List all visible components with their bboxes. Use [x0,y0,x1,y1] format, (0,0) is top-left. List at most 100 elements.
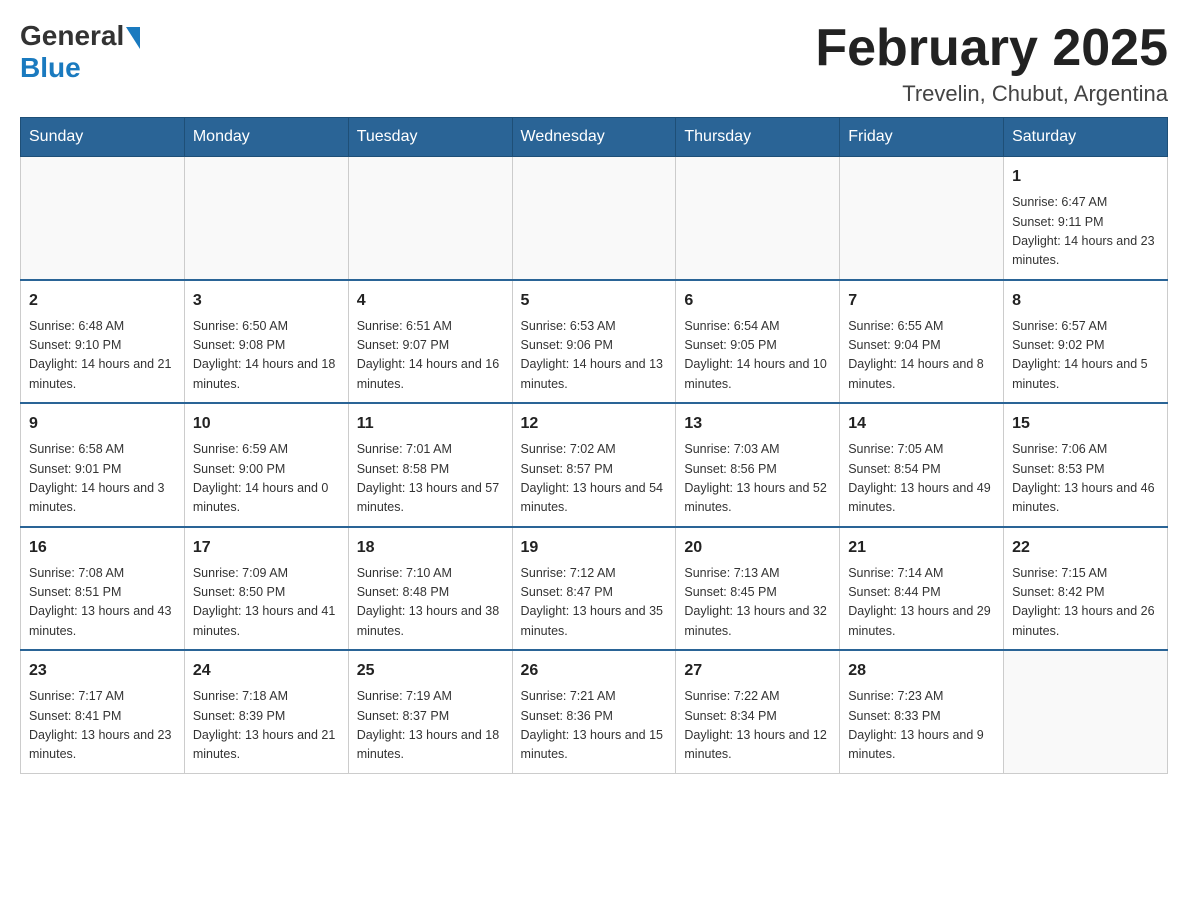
day-number: 27 [684,659,831,683]
day-info: Sunrise: 7:01 AMSunset: 8:58 PMDaylight:… [357,440,504,518]
calendar-day: 3 Sunrise: 6:50 AMSunset: 9:08 PMDaylight… [184,280,348,404]
day-number: 26 [521,659,668,683]
calendar-day: 19 Sunrise: 7:12 AMSunset: 8:47 PMDayligh… [512,527,676,651]
calendar-header-monday: Monday [184,118,348,157]
day-number: 11 [357,412,504,436]
calendar-day: 17 Sunrise: 7:09 AMSunset: 8:50 PMDayligh… [184,527,348,651]
location-subtitle: Trevelin, Chubut, Argentina [815,81,1168,107]
day-info: Sunrise: 6:58 AMSunset: 9:01 PMDaylight:… [29,440,176,518]
calendar-day: 4 Sunrise: 6:51 AMSunset: 9:07 PMDaylight… [348,280,512,404]
calendar-day [1004,650,1168,773]
day-info: Sunrise: 7:13 AMSunset: 8:45 PMDaylight:… [684,564,831,642]
calendar-day: 15 Sunrise: 7:06 AMSunset: 8:53 PMDayligh… [1004,403,1168,527]
day-number: 22 [1012,536,1159,560]
day-info: Sunrise: 6:57 AMSunset: 9:02 PMDaylight:… [1012,317,1159,395]
day-info: Sunrise: 6:54 AMSunset: 9:05 PMDaylight:… [684,317,831,395]
day-number: 7 [848,289,995,313]
calendar-day: 9 Sunrise: 6:58 AMSunset: 9:01 PMDaylight… [21,403,185,527]
day-number: 2 [29,289,176,313]
day-info: Sunrise: 7:23 AMSunset: 8:33 PMDaylight:… [848,687,995,765]
calendar-day: 6 Sunrise: 6:54 AMSunset: 9:05 PMDaylight… [676,280,840,404]
calendar-day: 16Sunrise: 7:08 AMSunset: 8:51 PMDayligh… [21,527,185,651]
calendar-day: 27 Sunrise: 7:22 AMSunset: 8:34 PMDayligh… [676,650,840,773]
day-info: Sunrise: 7:18 AMSunset: 8:39 PMDaylight:… [193,687,340,765]
calendar-day [840,157,1004,280]
day-number: 8 [1012,289,1159,313]
calendar-day: 21 Sunrise: 7:14 AMSunset: 8:44 PMDayligh… [840,527,1004,651]
calendar-week-row: 23Sunrise: 7:17 AMSunset: 8:41 PMDayligh… [21,650,1168,773]
calendar-day: 20 Sunrise: 7:13 AMSunset: 8:45 PMDayligh… [676,527,840,651]
calendar-day: 2Sunrise: 6:48 AMSunset: 9:10 PMDaylight… [21,280,185,404]
calendar-day [512,157,676,280]
calendar-day: 7 Sunrise: 6:55 AMSunset: 9:04 PMDaylight… [840,280,1004,404]
day-number: 1 [1012,165,1159,189]
day-info: Sunrise: 7:10 AMSunset: 8:48 PMDaylight:… [357,564,504,642]
day-number: 6 [684,289,831,313]
day-number: 24 [193,659,340,683]
calendar-day: 28 Sunrise: 7:23 AMSunset: 8:33 PMDayligh… [840,650,1004,773]
calendar-day: 12 Sunrise: 7:02 AMSunset: 8:57 PMDayligh… [512,403,676,527]
day-info: Sunrise: 6:47 AMSunset: 9:11 PMDaylight:… [1012,193,1159,271]
calendar-day [184,157,348,280]
calendar-day: 22 Sunrise: 7:15 AMSunset: 8:42 PMDayligh… [1004,527,1168,651]
calendar-day: 26Sunrise: 7:21 AMSunset: 8:36 PMDayligh… [512,650,676,773]
day-info: Sunrise: 6:50 AMSunset: 9:08 PMDaylight:… [193,317,340,395]
calendar-day: 1 Sunrise: 6:47 AMSunset: 9:11 PMDaylight… [1004,157,1168,280]
day-info: Sunrise: 7:12 AMSunset: 8:47 PMDaylight:… [521,564,668,642]
day-number: 25 [357,659,504,683]
calendar-day: 14 Sunrise: 7:05 AMSunset: 8:54 PMDayligh… [840,403,1004,527]
calendar-day [348,157,512,280]
day-number: 20 [684,536,831,560]
day-number: 17 [193,536,340,560]
day-info: Sunrise: 7:15 AMSunset: 8:42 PMDaylight:… [1012,564,1159,642]
calendar-day [21,157,185,280]
calendar-header-tuesday: Tuesday [348,118,512,157]
day-info: Sunrise: 7:05 AMSunset: 8:54 PMDaylight:… [848,440,995,518]
calendar-day: 18 Sunrise: 7:10 AMSunset: 8:48 PMDayligh… [348,527,512,651]
day-number: 23 [29,659,176,683]
calendar-day: 10 Sunrise: 6:59 AMSunset: 9:00 PMDayligh… [184,403,348,527]
logo-triangle-icon [126,27,140,49]
day-number: 13 [684,412,831,436]
logo-blue-text: Blue [20,52,81,84]
calendar-week-row: 9 Sunrise: 6:58 AMSunset: 9:01 PMDaylight… [21,403,1168,527]
calendar-day: 13 Sunrise: 7:03 AMSunset: 8:56 PMDayligh… [676,403,840,527]
calendar-day: 23Sunrise: 7:17 AMSunset: 8:41 PMDayligh… [21,650,185,773]
day-number: 19 [521,536,668,560]
calendar-header-row: SundayMondayTuesdayWednesdayThursdayFrid… [21,118,1168,157]
day-number: 9 [29,412,176,436]
day-info: Sunrise: 7:09 AMSunset: 8:50 PMDaylight:… [193,564,340,642]
day-info: Sunrise: 7:19 AMSunset: 8:37 PMDaylight:… [357,687,504,765]
calendar-day: 25 Sunrise: 7:19 AMSunset: 8:37 PMDayligh… [348,650,512,773]
day-number: 16 [29,536,176,560]
day-info: Sunrise: 7:06 AMSunset: 8:53 PMDaylight:… [1012,440,1159,518]
title-area: February 2025 Trevelin, Chubut, Argentin… [815,20,1168,107]
day-info: Sunrise: 7:03 AMSunset: 8:56 PMDaylight:… [684,440,831,518]
day-info: Sunrise: 7:22 AMSunset: 8:34 PMDaylight:… [684,687,831,765]
day-number: 12 [521,412,668,436]
day-info: Sunrise: 6:51 AMSunset: 9:07 PMDaylight:… [357,317,504,395]
day-info: Sunrise: 7:14 AMSunset: 8:44 PMDaylight:… [848,564,995,642]
calendar-table: SundayMondayTuesdayWednesdayThursdayFrid… [20,117,1168,774]
calendar-week-row: 1 Sunrise: 6:47 AMSunset: 9:11 PMDaylight… [21,157,1168,280]
day-number: 14 [848,412,995,436]
day-info: Sunrise: 6:55 AMSunset: 9:04 PMDaylight:… [848,317,995,395]
day-number: 3 [193,289,340,313]
calendar-day: 5Sunrise: 6:53 AMSunset: 9:06 PMDaylight… [512,280,676,404]
calendar-day: 24 Sunrise: 7:18 AMSunset: 8:39 PMDayligh… [184,650,348,773]
day-number: 28 [848,659,995,683]
day-info: Sunrise: 7:02 AMSunset: 8:57 PMDaylight:… [521,440,668,518]
calendar-week-row: 2Sunrise: 6:48 AMSunset: 9:10 PMDaylight… [21,280,1168,404]
day-info: Sunrise: 6:53 AMSunset: 9:06 PMDaylight:… [521,317,668,395]
logo: General Blue [20,20,140,84]
day-number: 18 [357,536,504,560]
day-number: 10 [193,412,340,436]
day-number: 15 [1012,412,1159,436]
day-number: 21 [848,536,995,560]
calendar-day: 11 Sunrise: 7:01 AMSunset: 8:58 PMDayligh… [348,403,512,527]
day-info: Sunrise: 6:59 AMSunset: 9:00 PMDaylight:… [193,440,340,518]
calendar-header-friday: Friday [840,118,1004,157]
day-number: 4 [357,289,504,313]
logo-general-text: General [20,20,124,52]
calendar-day: 8 Sunrise: 6:57 AMSunset: 9:02 PMDaylight… [1004,280,1168,404]
